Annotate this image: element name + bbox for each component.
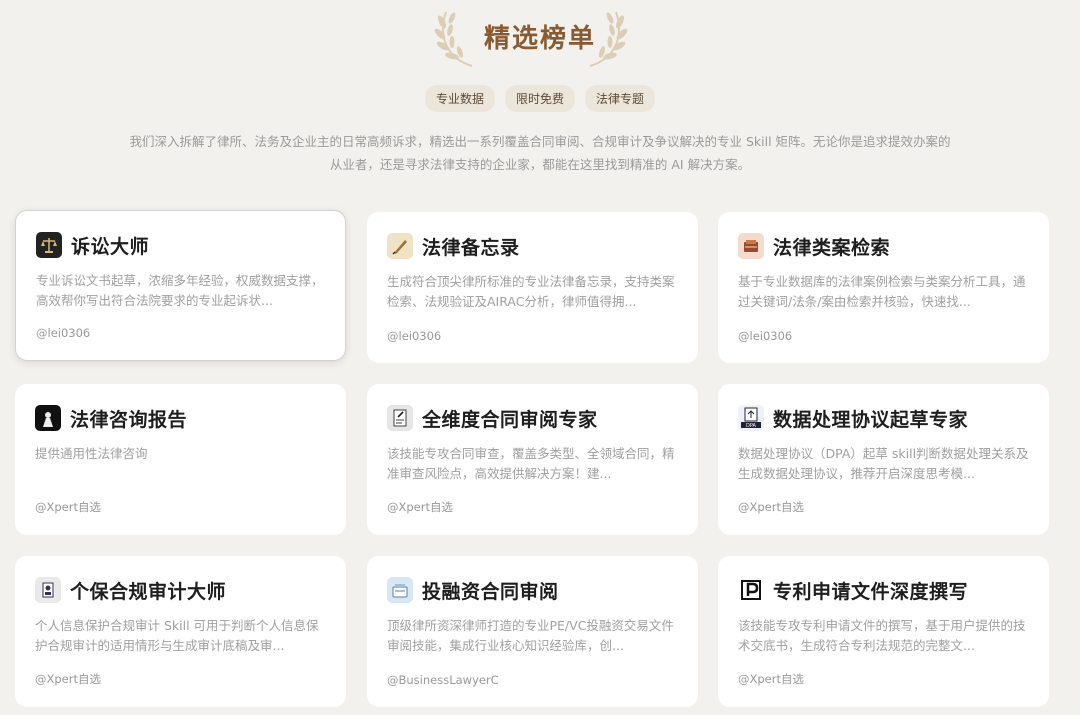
- privacy-audit-icon: [35, 577, 61, 603]
- card-description: 提供通用性法律咨询: [35, 446, 148, 461]
- card-description: 该技能专攻合同审查，覆盖多类型、全领域合同，精准审查风险点，高效提供解决方案！建…: [387, 446, 675, 481]
- skill-card-case-search[interactable]: 法律类案检索 基于专业数据库的法律案例检索与类案分析工具，通过关键词/法条/案由…: [718, 212, 1049, 363]
- skill-card-litigation-master[interactable]: 诉讼大师 专业诉讼文书起草，浓缩多年经验，权威数据支撑，高效帮你写出符合法院要求…: [15, 210, 346, 361]
- patent-p-icon: [738, 577, 764, 603]
- card-title: 法律类案检索: [773, 236, 891, 259]
- tag-legal-topic[interactable]: 法律专题: [585, 85, 656, 112]
- card-description: 顶级律所资深律师打造的专业PE/VC投融资交易文件审阅技能，集成行业核心知识经验…: [387, 618, 674, 653]
- skill-card-legal-memo[interactable]: 法律备忘录 生成符合顶尖律所标准的专业法律备忘录，支持类案检索、法规验证及AIR…: [367, 212, 698, 363]
- card-author: @BusinessLawyerC: [387, 673, 499, 687]
- card-title: 法律咨询报告: [70, 408, 188, 431]
- header: 精选榜单 专业数据 限时免费 法律专题 我们深入拆解了律所、法务及企业主的日常高…: [0, 0, 1080, 200]
- card-description: 该技能专攻专利申请文件的撰写，基于用户提供的技术交底书，生成符合专利法规范的完整…: [738, 618, 1026, 653]
- skill-card-patent-drafting[interactable]: 专利申请文件深度撰写 该技能专攻专利申请文件的撰写，基于用户提供的技术交底书，生…: [718, 556, 1049, 707]
- contract-review-icon: [387, 405, 413, 431]
- card-author: @lei0306: [36, 326, 91, 340]
- svg-text:DPA: DPA: [746, 423, 757, 429]
- investment-docs-icon: [387, 577, 413, 603]
- page-description: 我们深入拆解了律所、法务及企业主的日常高频诉求，精选出一系列覆盖合同审阅、合规审…: [110, 130, 970, 176]
- card-author: @lei0306: [738, 329, 793, 343]
- card-author: @lei0306: [387, 329, 442, 343]
- lawyer-portrait-icon: [35, 405, 61, 431]
- card-description: 专业诉讼文书起草，浓缩多年经验，权威数据支撑，高效帮你写出符合法院要求的专业起诉…: [36, 273, 324, 308]
- scales-of-justice-icon: [36, 232, 62, 258]
- dpa-document-icon: DPA: [738, 405, 764, 431]
- skill-card-contract-review-expert[interactable]: 全维度合同审阅专家 该技能专攻合同审查，覆盖多类型、全领域合同，精准审查风险点，…: [367, 384, 698, 535]
- card-author: @Xpert自选: [387, 500, 453, 514]
- card-title: 投融资合同审阅: [422, 580, 559, 603]
- card-title: 专利申请文件深度撰写: [773, 580, 969, 603]
- tag-list: 专业数据 限时免费 法律专题: [0, 85, 1080, 112]
- skill-card-privacy-audit-master[interactable]: 个保合规审计大师 个人信息保护合规审计 Skill 可用于判断个人信息保护合规审…: [15, 556, 346, 707]
- skill-card-dpa-drafting-expert[interactable]: DPA 数据处理协议起草专家 数据处理协议（DPA）起草 skill判断数据处理…: [718, 384, 1049, 535]
- skill-card-investment-contract-review[interactable]: 投融资合同审阅 顶级律所资深律师打造的专业PE/VC投融资交易文件审阅技能，集成…: [367, 556, 698, 707]
- card-author: @Xpert自选: [738, 672, 804, 686]
- card-author: @Xpert自选: [738, 500, 804, 514]
- card-description: 生成符合顶尖律所标准的专业法律备忘录，支持类案检索、法规验证及AIRAC分析，律…: [387, 274, 675, 309]
- card-description: 个人信息保护合规审计 Skill 可用于判断个人信息保护合规审计的适用情形与生成…: [35, 618, 319, 653]
- law-book-icon: [738, 233, 764, 259]
- tag-professional-data[interactable]: 专业数据: [424, 85, 495, 112]
- card-title: 诉讼大师: [71, 235, 150, 258]
- card-title: 全维度合同审阅专家: [422, 408, 598, 431]
- quill-pen-icon: [387, 233, 413, 259]
- description-line-2: 从业者，还是寻求法律支持的企业家，都能在这里找到精准的 AI 解决方案。: [329, 157, 751, 172]
- card-author: @Xpert自选: [35, 500, 101, 514]
- laurel-right-icon: [589, 11, 628, 67]
- page-title: 精选榜单: [483, 24, 596, 54]
- card-description: 基于专业数据库的法律案例检索与类案分析工具，通过关键词/法条/案由检索并核验，快…: [738, 274, 1026, 309]
- skill-card-legal-consulting-report[interactable]: 法律咨询报告 提供通用性法律咨询 @Xpert自选: [15, 384, 346, 535]
- card-title: 数据处理协议起草专家: [773, 408, 969, 431]
- tag-limited-free[interactable]: 限时免费: [504, 85, 575, 112]
- description-line-1: 我们深入拆解了律所、法务及企业主的日常高频诉求，精选出一系列覆盖合同审阅、合规审…: [129, 134, 951, 149]
- card-author: @Xpert自选: [35, 672, 101, 686]
- card-title: 法律备忘录: [422, 236, 520, 259]
- card-title: 个保合规审计大师: [70, 580, 227, 603]
- card-description: 数据处理协议（DPA）起草 skill判断数据处理关系及生成数据处理协议，推荐开…: [738, 446, 1029, 481]
